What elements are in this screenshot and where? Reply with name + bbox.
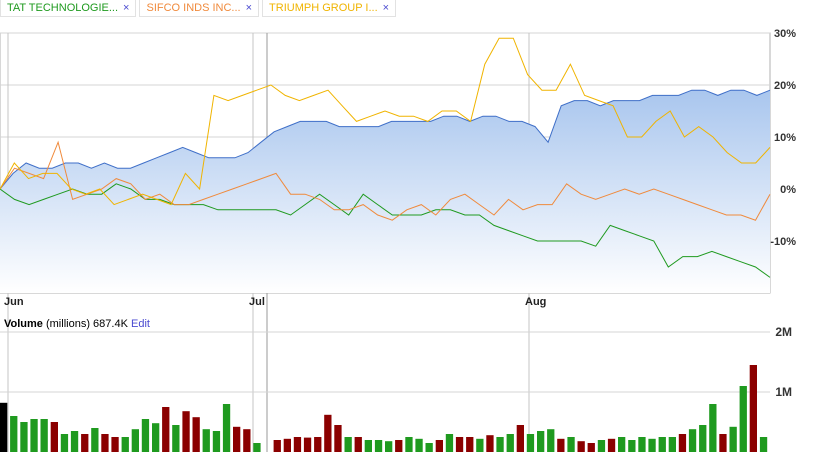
- x-tick-label: Jun: [4, 296, 24, 308]
- volume-bar: [303, 437, 312, 452]
- volume-bar: [243, 429, 251, 452]
- y-tick-label: 20%: [774, 80, 796, 92]
- volume-bar: [172, 425, 180, 452]
- y-tick-label: 10%: [774, 132, 796, 144]
- volume-bar: [131, 429, 139, 452]
- volume-bar: [202, 429, 210, 452]
- volume-bar: [476, 438, 484, 452]
- volume-bar: [678, 434, 687, 452]
- volume-bar: [486, 435, 494, 452]
- volume-bar: [455, 437, 464, 452]
- volume-bar: [152, 423, 160, 452]
- volume-bar: [466, 437, 474, 452]
- volume-bar: [324, 414, 332, 452]
- series-area-fill: [0, 90, 770, 293]
- volume-tick-label: 2M: [775, 325, 792, 339]
- volume-bar: [526, 434, 535, 452]
- y-tick-label: 0%: [780, 184, 796, 196]
- volume-bar: [70, 431, 79, 452]
- volume-bar: [20, 422, 28, 452]
- volume-bar: [759, 437, 768, 452]
- volume-value: 687.4K: [93, 318, 128, 330]
- volume-bar: [141, 419, 150, 452]
- volume-bar: [192, 417, 200, 452]
- volume-bar: [547, 429, 555, 452]
- volume-bar: [628, 440, 636, 452]
- y-tick-label: -10%: [770, 236, 796, 248]
- volume-bar: [688, 429, 697, 452]
- volume-bar: [40, 419, 48, 452]
- volume-bar: [374, 440, 383, 452]
- volume-bar: [364, 440, 372, 452]
- volume-bar: [101, 434, 109, 452]
- volume-bar: [385, 441, 393, 452]
- volume-bar: [314, 437, 322, 452]
- volume-bar: [496, 437, 504, 452]
- volume-bar: [709, 404, 717, 452]
- volume-bar: [30, 419, 38, 452]
- volume-bar: [253, 443, 261, 452]
- volume-bar: [699, 425, 707, 452]
- y-tick-label: 30%: [774, 28, 796, 40]
- volume-bar: [91, 428, 99, 452]
- volume-bar: [212, 431, 221, 452]
- volume-bar: [415, 438, 423, 452]
- volume-bar: [749, 365, 757, 452]
- volume-bar: [405, 437, 413, 452]
- volume-bar: [162, 407, 170, 452]
- volume-units: (millions): [45, 318, 90, 330]
- volume-bar: [638, 437, 646, 452]
- volume-bar: [111, 437, 119, 452]
- price-chart[interactable]: 30% 20% 10% 0% -10% Jun Jul Aug 2M 1M: [0, 0, 816, 452]
- volume-bar: [729, 426, 737, 452]
- volume-bar: [81, 434, 89, 452]
- volume-bar: [344, 437, 352, 452]
- volume-bar: [577, 441, 585, 452]
- volume-bar: [182, 411, 190, 452]
- volume-bar: [618, 437, 626, 452]
- volume-bar: [557, 438, 565, 452]
- volume-header: Volume (millions) 687.4K Edit: [4, 318, 150, 330]
- volume-bar: [283, 438, 291, 452]
- volume-bar: [506, 434, 514, 452]
- volume-bar: [273, 440, 281, 452]
- volume-bar: [739, 386, 747, 452]
- volume-bar: [293, 437, 302, 452]
- volume-bar: [10, 416, 18, 452]
- volume-title: Volume: [4, 318, 43, 330]
- volume-bar: [354, 437, 362, 452]
- volume-bar: [233, 426, 241, 452]
- volume-bar: [334, 425, 342, 452]
- volume-bar: [435, 440, 443, 452]
- volume-bar: [395, 440, 403, 452]
- volume-bar: [222, 404, 231, 452]
- volume-bar: [587, 443, 595, 452]
- volume-bar: [537, 431, 545, 452]
- x-tick-label: Jul: [249, 296, 265, 308]
- volume-bar: [60, 434, 69, 452]
- volume-bar: [0, 402, 8, 452]
- volume-tick-label: 1M: [775, 385, 792, 399]
- volume-bar: [50, 422, 58, 452]
- x-tick-label: Aug: [525, 296, 546, 308]
- volume-bar: [567, 437, 575, 452]
- volume-bar: [607, 438, 616, 452]
- volume-bar: [648, 438, 656, 452]
- volume-bar: [719, 434, 727, 452]
- volume-edit-link[interactable]: Edit: [131, 318, 150, 330]
- volume-bar: [516, 425, 524, 452]
- volume-bar: [425, 443, 433, 452]
- volume-bar: [668, 437, 676, 452]
- volume-bar: [658, 437, 666, 452]
- volume-bar: [597, 440, 606, 452]
- volume-bar: [445, 434, 454, 452]
- volume-bar: [121, 437, 129, 452]
